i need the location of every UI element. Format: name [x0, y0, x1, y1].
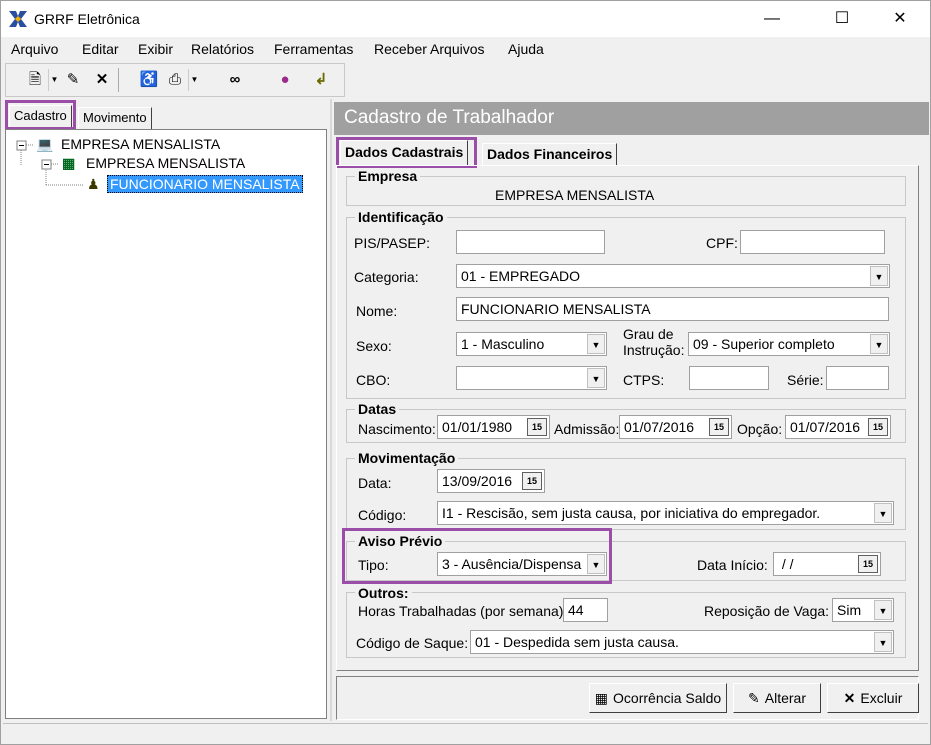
sexo-select[interactable]: 1 - Masculino ▼ — [456, 332, 607, 356]
page-title: Cadastro de Trabalhador — [334, 102, 929, 135]
chevron-down-icon[interactable]: ▼ — [587, 334, 605, 354]
tab-dados-financeiros[interactable]: Dados Financeiros — [482, 143, 618, 165]
menu-ferramentas[interactable]: Ferramentas — [274, 41, 353, 57]
calendar-icon[interactable]: 15 — [709, 418, 729, 436]
pis-label: PIS/PASEP: — [354, 235, 430, 251]
maximize-button[interactable]: ☐ — [819, 3, 865, 35]
opcao-label: Opção: — [737, 421, 783, 437]
ctps-input[interactable] — [689, 366, 769, 390]
toolbar: 🗎 ▼ ✎ ✕ ♿ ⎙ ▼ ∞ ● ↲ — [5, 63, 345, 97]
chevron-down-icon[interactable]: ▼ — [870, 266, 888, 286]
mov-data-label: Data: — [358, 475, 392, 491]
new-document-icon[interactable]: 🗎 — [24, 69, 46, 91]
pis-input[interactable] — [456, 230, 605, 254]
grau-label-2: Instrução: — [623, 342, 685, 358]
dados-cadastrais-tab-highlight — [336, 137, 477, 168]
wheelchair-icon[interactable]: ♿ — [138, 69, 160, 91]
horas-label: Horas Trabalhadas (por semana): — [358, 603, 568, 619]
edit-icon: ✎ — [748, 690, 760, 706]
app-logo-icon — [9, 11, 27, 27]
menu-bar: Arquivo Editar Exibir Relatórios Ferrame… — [1, 37, 930, 61]
person-icon: ♟ — [87, 176, 100, 192]
grau-label-1: Grau de — [623, 326, 674, 342]
ocorrencia-saldo-button[interactable]: ▦ Ocorrência Saldo — [589, 683, 727, 713]
grau-instrucao-select[interactable]: 09 - Superior completo ▼ — [688, 332, 890, 356]
splitter[interactable] — [330, 99, 332, 721]
menu-editar[interactable]: Editar — [82, 41, 119, 57]
calendar-icon[interactable]: 15 — [858, 555, 878, 573]
menu-receber-arquivos[interactable]: Receber Arquivos — [374, 41, 485, 57]
print-icon[interactable]: ⎙ — [164, 69, 186, 91]
horas-input[interactable]: 44 — [563, 598, 608, 622]
tree-node-root[interactable]: EMPRESA MENSALISTA — [61, 136, 220, 152]
toolbar-separator — [118, 68, 119, 92]
mov-codigo-label: Código: — [358, 507, 407, 523]
categoria-select[interactable]: 01 - EMPREGADO ▼ — [456, 264, 890, 288]
chevron-down-icon[interactable]: ▼ — [874, 632, 892, 652]
building-icon: ▦ — [62, 155, 76, 171]
chevron-down-icon[interactable]: ▼ — [874, 600, 892, 620]
tab-movimento[interactable]: Movimento — [78, 107, 152, 129]
print-dropdown-arrow[interactable]: ▼ — [188, 69, 200, 91]
menu-arquivo[interactable]: Arquivo — [11, 41, 58, 57]
data-inicio-label: Data Início: — [697, 557, 768, 573]
ctps-label: CTPS: — [623, 372, 665, 388]
serie-label: Série: — [787, 372, 824, 388]
binoculars-icon[interactable]: ∞ — [224, 69, 246, 91]
chevron-down-icon[interactable]: ▼ — [870, 334, 888, 354]
saque-select[interactable]: 01 - Despedida sem justa causa. ▼ — [470, 630, 894, 654]
sexo-label: Sexo: — [356, 338, 392, 354]
status-bar — [3, 723, 928, 743]
calendar-icon[interactable]: 15 — [527, 418, 547, 436]
window-title: GRRF Eletrônica — [34, 11, 140, 27]
nascimento-label: Nascimento: — [358, 421, 436, 437]
edit-record-icon[interactable]: ✎ — [62, 69, 84, 91]
nome-label: Nome: — [356, 303, 398, 319]
admissao-label: Admissão: — [554, 421, 620, 437]
delete-icon[interactable]: ✕ — [91, 69, 113, 91]
menu-relatorios[interactable]: Relatórios — [191, 41, 254, 57]
menu-ajuda[interactable]: Ajuda — [508, 41, 544, 57]
reposicao-label: Reposição de Vaga: — [704, 603, 830, 619]
tree-panel: 💻 EMPRESA MENSALISTA ▦ EMPRESA MENSALIST… — [5, 129, 327, 719]
nome-input[interactable]: FUNCIONARIO MENSALISTA — [456, 297, 889, 321]
cadastro-tab-highlight — [5, 100, 76, 130]
aviso-previo-highlight — [342, 528, 612, 584]
menu-exibir[interactable]: Exibir — [138, 41, 173, 57]
exit-icon[interactable]: ↲ — [310, 69, 332, 91]
data-inicio-input[interactable]: / / 15 — [773, 552, 881, 576]
excluir-button[interactable]: ✕ Excluir — [827, 683, 919, 713]
calendar-icon[interactable]: 15 — [522, 472, 542, 490]
chevron-down-icon[interactable]: ▼ — [587, 368, 605, 388]
close-window-button[interactable]: ✕ — [877, 3, 923, 35]
calculator-icon: ▦ — [594, 690, 609, 706]
admissao-date-input[interactable]: 01/07/2016 15 — [619, 415, 732, 439]
cpf-label: CPF: — [706, 235, 738, 251]
tree-node-child[interactable]: EMPRESA MENSALISTA — [86, 155, 245, 171]
mov-data-input[interactable]: 13/09/2016 15 — [437, 469, 545, 493]
minimize-button[interactable]: — — [749, 3, 795, 35]
opcao-date-input[interactable]: 01/07/2016 15 — [785, 415, 891, 439]
delete-icon: ✕ — [843, 690, 856, 706]
cbo-select[interactable]: ▼ — [456, 366, 607, 390]
computer-icon: 💻 — [36, 136, 54, 152]
title-bar: GRRF Eletrônica — ☐ ✕ — [1, 1, 930, 37]
reposicao-select[interactable]: Sim ▼ — [832, 598, 894, 622]
empresa-name: EMPRESA MENSALISTA — [495, 187, 655, 203]
saque-label: Código de Saque: — [356, 635, 469, 651]
serie-input[interactable] — [826, 366, 889, 390]
cbo-label: CBO: — [356, 372, 391, 388]
tree-node-leaf-selected[interactable]: FUNCIONARIO MENSALISTA — [107, 175, 303, 193]
chevron-down-icon[interactable]: ▼ — [874, 503, 892, 523]
categoria-label: Categoria: — [354, 269, 419, 285]
cpf-input[interactable] — [740, 230, 885, 254]
alterar-button[interactable]: ✎ Alterar — [733, 683, 821, 713]
mov-codigo-select[interactable]: I1 - Rescisão, sem justa causa, por inic… — [437, 501, 894, 525]
app-window: GRRF Eletrônica — ☐ ✕ Arquivo Editar Exi… — [0, 0, 931, 745]
calendar-icon[interactable]: 15 — [868, 418, 888, 436]
new-dropdown-arrow[interactable]: ▼ — [48, 69, 60, 91]
eraser-icon[interactable]: ● — [274, 69, 296, 91]
nascimento-date-input[interactable]: 01/01/1980 15 — [437, 415, 550, 439]
